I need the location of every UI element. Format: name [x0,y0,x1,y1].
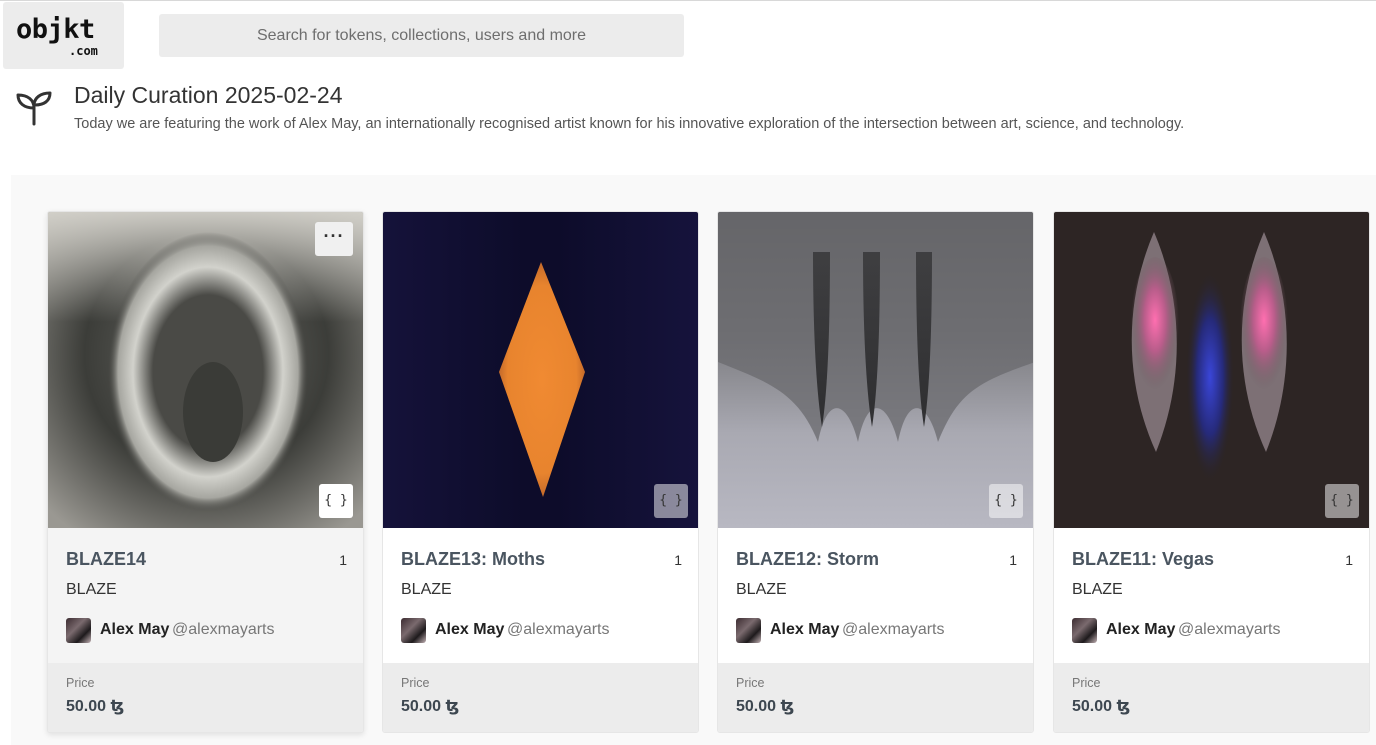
curation-description: Today we are featuring the work of Alex … [74,116,1185,132]
price-value: 50.00 ꜩ [401,698,460,715]
artist-avatar [401,618,426,643]
collection-name[interactable]: BLAZE [1072,581,1123,599]
artist-name: Alex May [1106,621,1176,638]
token-artwork[interactable] [383,212,698,528]
token-name[interactable]: BLAZE12: Storm [736,549,879,570]
artist-avatar [736,618,761,643]
token-card-blaze13[interactable]: { } BLAZE13: Moths 1 BLAZE Alex May @ale… [382,211,699,733]
code-icon[interactable]: { } [654,484,688,518]
token-info: BLAZE12: Storm 1 BLAZE Alex May @alexmay… [718,528,1033,663]
token-info: BLAZE13: Moths 1 BLAZE Alex May @alexmay… [383,528,698,663]
artist-name: Alex May [770,621,840,638]
price-label: Price [736,676,765,690]
token-info: BLAZE14 1 BLAZE Alex May @alexmayarts [48,528,363,663]
token-gallery: ··· { } BLAZE14 1 BLAZE Alex May @alexma… [11,175,1376,745]
curation-title: Daily Curation 2025-02-24 [74,82,343,108]
artist-handle: @alexmayarts [507,621,610,638]
token-name[interactable]: BLAZE14 [66,549,146,570]
artist-handle: @alexmayarts [1178,621,1281,638]
logo-domain: .com [69,44,98,58]
token-card-blaze14[interactable]: ··· { } BLAZE14 1 BLAZE Alex May @alexma… [47,211,364,733]
collection-name[interactable]: BLAZE [401,581,452,599]
objkt-logo[interactable]: objkt .com [3,2,124,69]
price-box: Price 50.00 ꜩ [383,663,698,732]
artist-handle: @alexmayarts [172,621,275,638]
token-card-blaze12[interactable]: { } BLAZE12: Storm 1 BLAZE Alex May @ale… [717,211,1034,733]
code-icon[interactable]: { } [319,484,353,518]
token-info: BLAZE11: Vegas 1 BLAZE Alex May @alexmay… [1054,528,1369,663]
price-value: 50.00 ꜩ [736,698,795,715]
token-artwork[interactable] [48,212,363,528]
artist-handle: @alexmayarts [842,621,945,638]
token-card-blaze11[interactable]: { } BLAZE11: Vegas 1 BLAZE Alex May @ale… [1053,211,1370,733]
price-label: Price [401,676,430,690]
token-artwork[interactable] [1054,212,1369,528]
artist-name: Alex May [435,621,505,638]
code-icon[interactable]: { } [1325,484,1359,518]
collection-name[interactable]: BLAZE [66,581,117,599]
price-box: Price 50.00 ꜩ [1054,663,1369,732]
collection-name[interactable]: BLAZE [736,581,787,599]
logo-wordmark: objkt [16,14,95,45]
search-input[interactable] [159,14,684,57]
token-name[interactable]: BLAZE11: Vegas [1072,549,1214,570]
token-name[interactable]: BLAZE13: Moths [401,549,545,570]
price-box: Price 50.00 ꜩ [48,663,363,732]
price-label: Price [1072,676,1101,690]
price-value: 50.00 ꜩ [1072,698,1131,715]
token-artwork[interactable] [718,212,1033,528]
price-box: Price 50.00 ꜩ [718,663,1033,732]
edition-count: 1 [1009,552,1017,568]
price-label: Price [66,676,95,690]
code-icon[interactable]: { } [989,484,1023,518]
edition-count: 1 [674,552,682,568]
price-value: 50.00 ꜩ [66,698,125,715]
sprout-icon [16,91,52,126]
edition-count: 1 [339,552,347,568]
more-options-button[interactable]: ··· [315,222,353,256]
top-divider [0,0,1376,1]
edition-count: 1 [1345,552,1353,568]
artist-name: Alex May [100,621,170,638]
artist-avatar [66,618,91,643]
artist-avatar [1072,618,1097,643]
